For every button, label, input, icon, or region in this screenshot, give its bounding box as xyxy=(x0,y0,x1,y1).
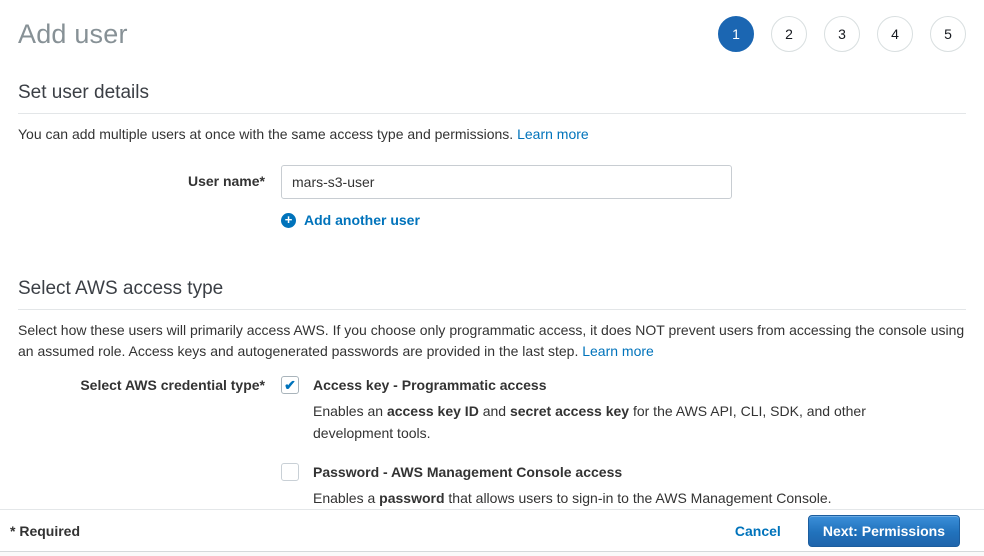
password-option-body: Password - AWS Management Console access… xyxy=(313,463,832,509)
step-1: 1 xyxy=(718,16,754,52)
access-type-learn-more-link[interactable]: Learn more xyxy=(582,343,654,359)
credential-options: ✔ Access key - Programmatic access Enabl… xyxy=(281,376,873,509)
username-control: + Add another user xyxy=(281,165,732,228)
desc-text: Enables an xyxy=(313,403,387,419)
desc-bold: password xyxy=(379,490,444,506)
wizard-steps: 1 2 3 4 5 xyxy=(718,16,966,52)
access-type-heading: Select AWS access type xyxy=(18,278,966,310)
add-another-user-label: Add another user xyxy=(304,212,420,228)
required-note: * Required xyxy=(10,523,80,539)
page-title: Add user xyxy=(18,19,128,50)
user-details-intro: You can add multiple users at once with … xyxy=(18,124,966,145)
cancel-button[interactable]: Cancel xyxy=(735,523,781,539)
desc-text: that allows users to sign-in to the AWS … xyxy=(445,490,832,506)
access-type-intro-text: Select how these users will primarily ac… xyxy=(18,322,964,359)
user-details-learn-more-link[interactable]: Learn more xyxy=(517,126,589,142)
username-row: User name* + Add another user xyxy=(18,165,966,228)
desc-text: Enables a xyxy=(313,490,379,506)
access-key-option-title: Access key - Programmatic access xyxy=(313,376,873,394)
next-permissions-button[interactable]: Next: Permissions xyxy=(808,515,960,547)
access-type-section: Select AWS access type Select how these … xyxy=(18,278,966,509)
access-key-option: ✔ Access key - Programmatic access Enabl… xyxy=(281,376,873,444)
user-details-heading: Set user details xyxy=(18,82,966,114)
access-key-option-body: Access key - Programmatic access Enables… xyxy=(313,376,873,444)
access-key-option-desc: Enables an access key ID and secret acce… xyxy=(313,400,873,444)
page-header: Add user 1 2 3 4 5 xyxy=(0,0,984,52)
plus-circle-icon: + xyxy=(281,213,296,228)
password-option-desc: Enables a password that allows users to … xyxy=(313,487,832,509)
user-details-intro-text: You can add multiple users at once with … xyxy=(18,126,517,142)
step-4: 4 xyxy=(877,16,913,52)
username-label: User name* xyxy=(18,165,265,189)
step-2: 2 xyxy=(771,16,807,52)
step-5: 5 xyxy=(930,16,966,52)
desc-bold: secret access key xyxy=(510,403,629,419)
credential-type-label: Select AWS credential type* xyxy=(18,376,265,393)
step-3: 3 xyxy=(824,16,860,52)
wizard-footer: * Required Cancel Next: Permissions xyxy=(0,509,984,552)
bottom-strip xyxy=(0,552,984,556)
credential-type-row: Select AWS credential type* ✔ Access key… xyxy=(18,376,966,509)
desc-text: and xyxy=(479,403,510,419)
access-type-intro: Select how these users will primarily ac… xyxy=(18,320,966,362)
password-option-title: Password - AWS Management Console access xyxy=(313,463,832,481)
access-key-checkbox[interactable]: ✔ xyxy=(281,376,299,394)
desc-bold: access key ID xyxy=(387,403,479,419)
password-checkbox[interactable] xyxy=(281,463,299,481)
user-details-section: Set user details You can add multiple us… xyxy=(18,82,966,228)
password-option: Password - AWS Management Console access… xyxy=(281,463,873,509)
username-input[interactable] xyxy=(281,165,732,199)
footer-actions: Cancel Next: Permissions xyxy=(735,515,960,547)
add-another-user-link[interactable]: + Add another user xyxy=(281,212,420,228)
check-icon: ✔ xyxy=(284,378,296,392)
